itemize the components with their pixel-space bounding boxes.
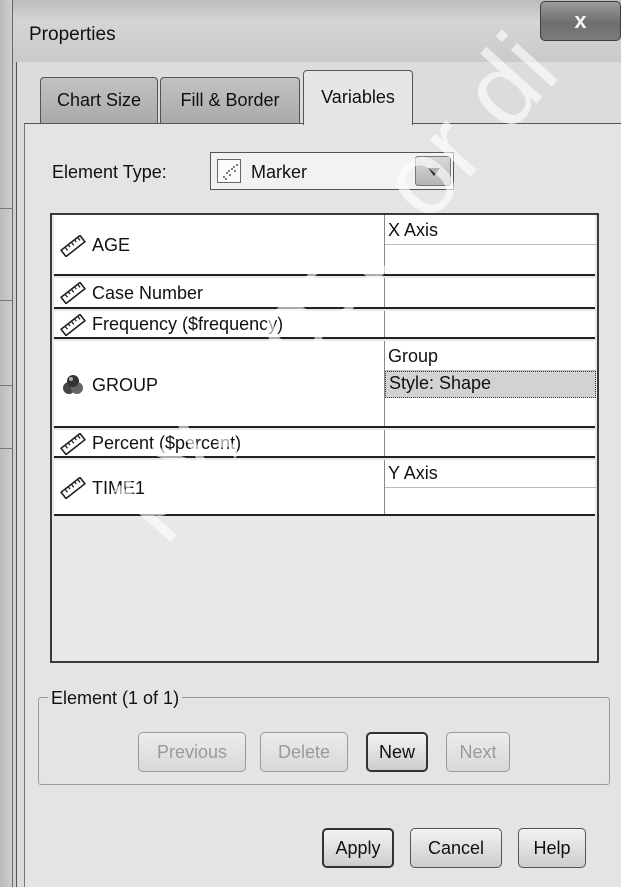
slot-style-shape[interactable]: Style: Shape: [385, 371, 596, 398]
slot-x-axis[interactable]: X Axis: [385, 219, 596, 245]
apply-button[interactable]: Apply: [322, 828, 394, 868]
tab-variables[interactable]: Variables: [303, 70, 413, 125]
nominal-balls-icon: [60, 374, 86, 396]
title-bar[interactable]: Properties: [13, 0, 621, 62]
variable-name: Frequency ($frequency): [92, 314, 284, 334]
variable-slots: X Axis: [384, 215, 596, 274]
slot-empty[interactable]: [385, 246, 596, 272]
tab-label: Fill & Border: [180, 90, 280, 110]
button-label: New: [378, 741, 415, 762]
variable-row-percent[interactable]: Percent ($percent): [54, 430, 595, 458]
next-button[interactable]: Next: [446, 732, 510, 772]
ruler-icon: [59, 281, 87, 305]
element-type-dropdown[interactable]: Marker: [210, 152, 454, 190]
help-button[interactable]: Help: [518, 828, 586, 868]
variable-name: TIME1: [92, 478, 146, 498]
element-type-label: Element Type:: [52, 162, 167, 183]
variable-name: Percent ($percent): [92, 433, 242, 453]
variable-row-age[interactable]: AGE X Axis: [54, 215, 596, 276]
previous-button[interactable]: Previous: [138, 732, 246, 772]
variable-slots: [384, 311, 595, 337]
variable-name: AGE: [92, 235, 131, 255]
element-type-label-text: Element Type:: [52, 162, 167, 182]
slot-empty[interactable]: [385, 489, 596, 514]
tab-label: Chart Size: [56, 90, 142, 110]
tab-label: Variables: [321, 87, 395, 107]
close-icon: x: [574, 8, 587, 33]
button-label: Apply: [335, 837, 381, 858]
variable-name: Case Number: [92, 283, 204, 303]
window-title: Properties: [29, 24, 116, 45]
ruler-icon: [59, 432, 87, 456]
cancel-button[interactable]: Cancel: [410, 828, 502, 868]
variable-slots: Group Style: Shape: [384, 341, 596, 426]
close-button[interactable]: x: [540, 1, 621, 41]
button-label: Next: [459, 741, 497, 762]
button-label: Cancel: [427, 837, 485, 858]
variable-slots: Y Axis: [384, 460, 596, 514]
slot-group[interactable]: Group: [385, 345, 596, 371]
delete-button[interactable]: Delete: [260, 732, 348, 772]
chevron-down-icon[interactable]: [415, 156, 451, 186]
variable-slots: [384, 278, 595, 307]
variable-row-group[interactable]: GROUP Group Style: Shape: [54, 341, 596, 428]
button-label: Previous: [156, 741, 228, 762]
element-type-value: Marker: [251, 162, 308, 182]
new-button[interactable]: New: [366, 732, 428, 772]
variable-row-frequency[interactable]: Frequency ($frequency): [54, 311, 595, 339]
button-label: Delete: [277, 741, 331, 762]
button-label: Help: [533, 837, 571, 858]
tab-fill-border[interactable]: Fill & Border: [160, 77, 300, 123]
ruler-icon: [59, 476, 87, 500]
variable-row-case-number[interactable]: Case Number: [54, 278, 595, 309]
ruler-icon: [59, 234, 87, 258]
slot-y-axis[interactable]: Y Axis: [385, 462, 596, 488]
variable-name: GROUP: [92, 375, 159, 395]
tab-chart-size[interactable]: Chart Size: [40, 77, 158, 123]
marker-scatter-icon: [217, 159, 241, 183]
variables-table: AGE X Axis Case Number Frequency ($frequ…: [50, 213, 599, 663]
ruler-icon: [59, 313, 87, 337]
variable-row-time1[interactable]: TIME1 Y Axis: [54, 460, 596, 516]
variable-slots: [384, 430, 595, 456]
element-group-title: Element (1 of 1): [48, 688, 183, 709]
